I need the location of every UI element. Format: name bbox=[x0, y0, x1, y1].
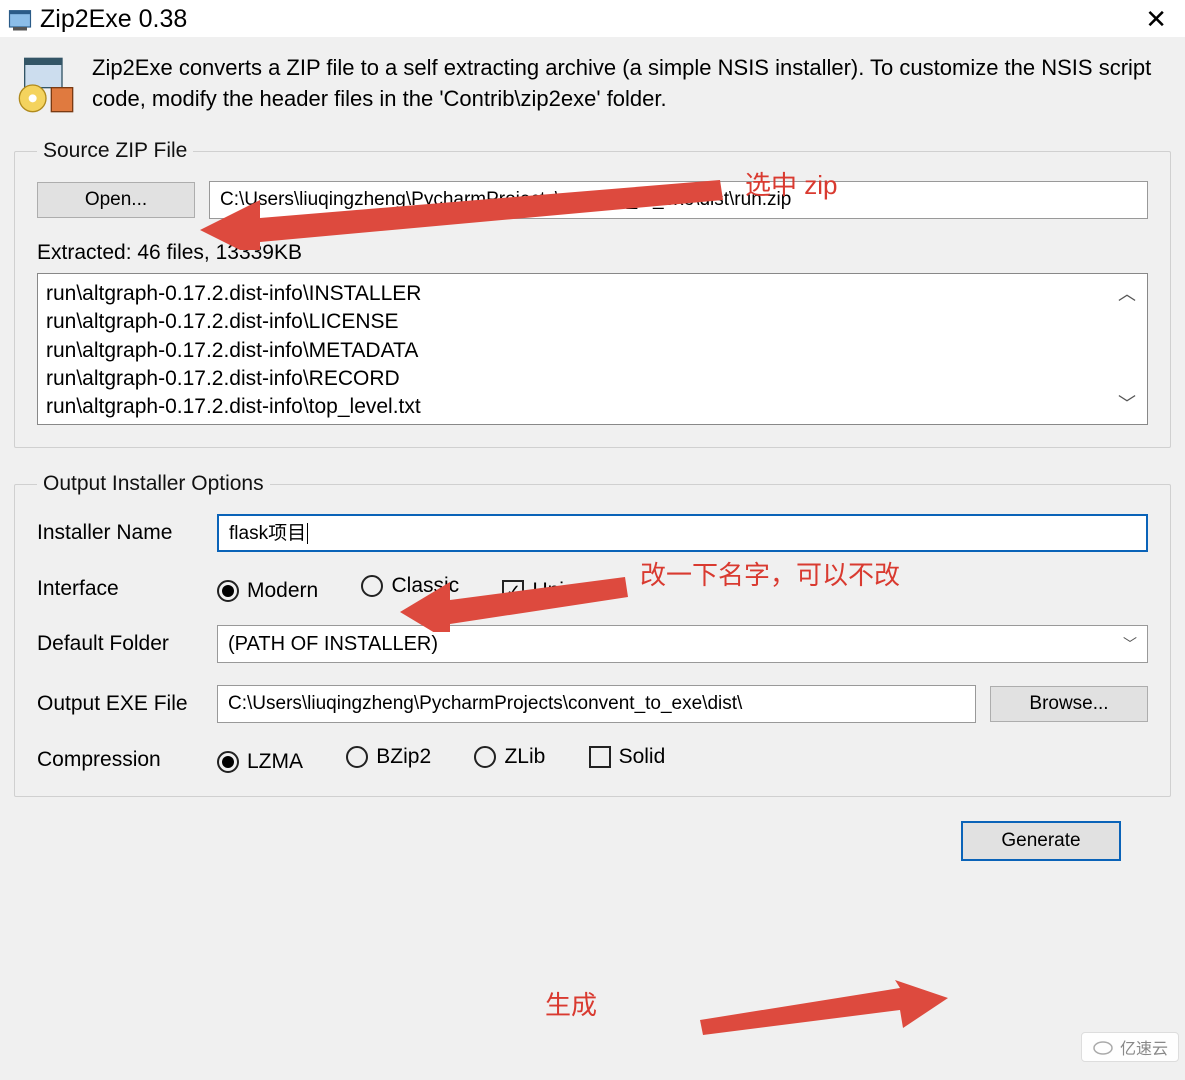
extracted-status: Extracted: 46 files, 13339KB bbox=[37, 241, 1148, 265]
close-icon[interactable]: ✕ bbox=[1137, 4, 1175, 35]
zip2exe-icon bbox=[14, 53, 78, 117]
installer-name-label: Installer Name bbox=[37, 521, 217, 545]
arrow-icon bbox=[700, 980, 950, 1035]
source-legend: Source ZIP File bbox=[37, 139, 193, 163]
list-item[interactable]: run\altgraph-0.17.2.dist-info\METADATA bbox=[46, 337, 1115, 365]
app-icon bbox=[6, 6, 34, 34]
list-item[interactable]: run\altgraph-0.17.2.dist-info\INSTALLER bbox=[46, 280, 1115, 308]
source-zip-fieldset: Source ZIP File Open... C:\Users\liuqing… bbox=[14, 139, 1171, 448]
browse-button[interactable]: Browse... bbox=[990, 686, 1148, 722]
chevron-up-icon[interactable]: ︿ bbox=[1118, 282, 1136, 306]
list-item[interactable]: run\altgraph-0.17.2.dist-info\top_level.… bbox=[46, 393, 1115, 421]
compression-lzma-radio[interactable]: LZMA bbox=[217, 750, 303, 774]
installer-name-input[interactable]: flask项目 bbox=[217, 514, 1148, 552]
titlebar: Zip2Exe 0.38 ✕ bbox=[0, 0, 1185, 37]
chevron-down-icon: ﹀ bbox=[1123, 634, 1137, 654]
default-folder-label: Default Folder bbox=[37, 632, 217, 656]
file-list[interactable]: run\altgraph-0.17.2.dist-info\INSTALLER … bbox=[37, 273, 1148, 425]
open-button[interactable]: Open... bbox=[37, 182, 195, 218]
output-options-fieldset: Output Installer Options Installer Name … bbox=[14, 472, 1171, 797]
list-item[interactable]: run\altgraph-0.17.2.dist-info\RECORD bbox=[46, 365, 1115, 393]
cloud-icon bbox=[1092, 1039, 1114, 1055]
solid-checkbox[interactable]: Solid bbox=[589, 745, 666, 769]
scrollbar[interactable]: ︿ ﹀ bbox=[1115, 280, 1139, 418]
intro-text: Zip2Exe converts a ZIP file to a self ex… bbox=[92, 53, 1171, 117]
zip-path-input[interactable]: C:\Users\liuqingzheng\PycharmProjects\co… bbox=[209, 181, 1148, 219]
unicode-checkbox[interactable]: ✓Unicode bbox=[502, 579, 609, 603]
interface-label: Interface bbox=[37, 577, 217, 601]
interface-classic-radio[interactable]: Classic bbox=[361, 574, 459, 598]
compression-bzip2-radio[interactable]: BZip2 bbox=[346, 745, 431, 769]
compression-label: Compression bbox=[37, 748, 217, 772]
output-exe-label: Output EXE File bbox=[37, 692, 217, 716]
generate-button[interactable]: Generate bbox=[961, 821, 1121, 861]
chevron-down-icon[interactable]: ﹀ bbox=[1118, 392, 1136, 416]
compression-zlib-radio[interactable]: ZLib bbox=[474, 745, 545, 769]
intro-block: Zip2Exe converts a ZIP file to a self ex… bbox=[14, 53, 1171, 117]
list-item[interactable]: run\altgraph-0.17.2.dist-info\LICENSE bbox=[46, 308, 1115, 336]
default-folder-select[interactable]: (PATH OF INSTALLER) ﹀ bbox=[217, 625, 1148, 663]
options-legend: Output Installer Options bbox=[37, 472, 270, 496]
window-title: Zip2Exe 0.38 bbox=[40, 5, 1137, 34]
interface-modern-radio[interactable]: Modern bbox=[217, 579, 318, 603]
annotation-generate: 生成 bbox=[545, 985, 597, 1022]
watermark: 亿速云 bbox=[1081, 1032, 1179, 1062]
output-exe-input[interactable]: C:\Users\liuqingzheng\PycharmProjects\co… bbox=[217, 685, 976, 723]
